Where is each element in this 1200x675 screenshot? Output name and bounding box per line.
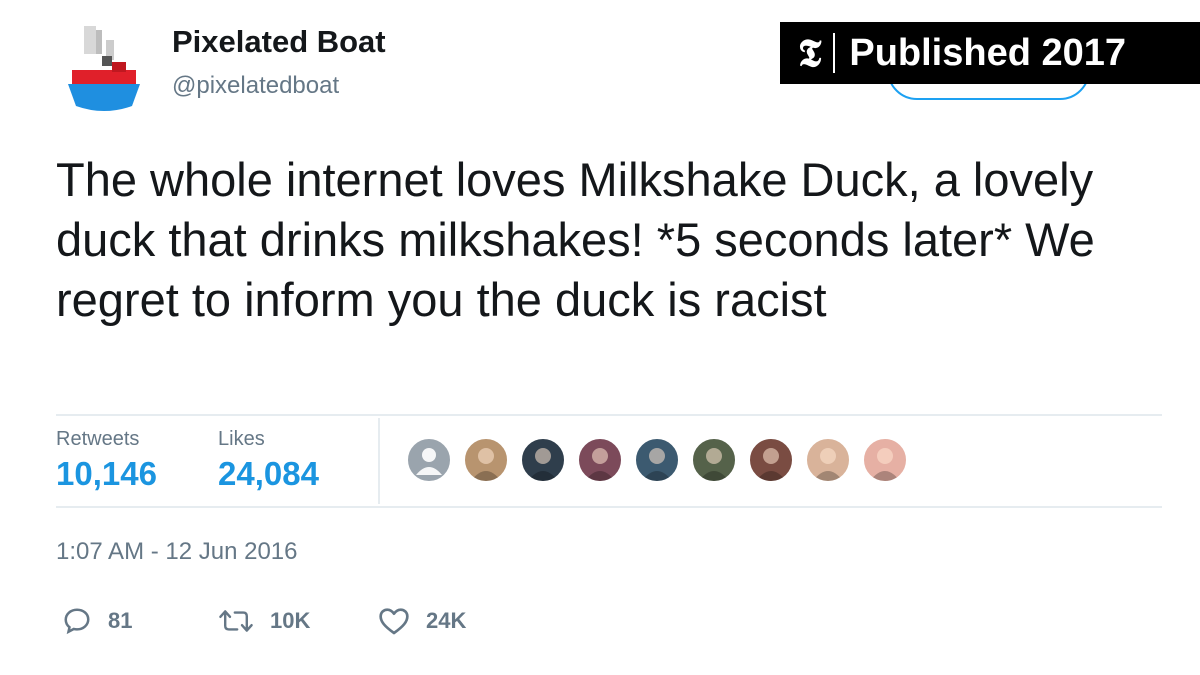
retweets-label[interactable]: Retweets [56, 428, 139, 451]
banner-divider [833, 33, 836, 73]
like-button[interactable]: 24K [378, 603, 466, 639]
author-handle[interactable]: @pixelatedboat [172, 72, 339, 100]
retweets-count[interactable]: 10,146 [56, 455, 157, 493]
tweet-timestamp[interactable]: 1:07 AM - 12 Jun 2016 [56, 538, 298, 566]
user-photo-icon [813, 448, 843, 481]
divider-top [56, 414, 1162, 416]
reply-icon [64, 608, 90, 635]
user-photo-icon [585, 448, 615, 481]
pixelated-boat-avatar[interactable] [62, 16, 146, 114]
user-photo-icon [528, 448, 558, 481]
retweet-button[interactable]: 10K [218, 603, 310, 639]
likes-label[interactable]: Likes [218, 428, 265, 451]
retweet-count: 10K [270, 608, 311, 633]
divider-bottom [56, 506, 1162, 508]
liker-avatar[interactable] [406, 437, 452, 483]
like-count: 24K [426, 608, 467, 633]
liker-avatar[interactable] [805, 437, 851, 483]
reply-count: 81 [108, 608, 133, 633]
heart-icon [379, 608, 409, 635]
likes-count[interactable]: 24,084 [218, 455, 319, 493]
liker-avatar[interactable] [691, 437, 737, 483]
liker-avatar[interactable] [634, 437, 680, 483]
user-photo-icon [870, 448, 900, 481]
default-user-icon [416, 448, 442, 475]
user-photo-icon [642, 448, 672, 481]
published-year-text: Published 2017 [849, 31, 1127, 74]
retweet-icon [219, 610, 253, 632]
author-display-name[interactable]: Pixelated Boat [172, 24, 386, 60]
tweet-text: The whole internet loves Milkshake Duck,… [56, 153, 1095, 326]
user-photo-icon [699, 448, 729, 481]
reply-button[interactable]: 81 [62, 603, 132, 639]
stats-divider [378, 418, 380, 504]
nyt-t-logo-icon: 𝕿 [798, 30, 822, 75]
liker-avatar[interactable] [520, 437, 566, 483]
user-photo-icon [471, 448, 501, 481]
nyt-published-banner: 𝕿 Published 2017 [780, 22, 1200, 84]
liker-avatar[interactable] [748, 437, 794, 483]
pixelated-boat-icon [68, 26, 140, 111]
user-photo-icon [756, 448, 786, 481]
liker-avatar[interactable] [577, 437, 623, 483]
liker-avatar[interactable] [862, 437, 908, 483]
liker-avatar[interactable] [463, 437, 509, 483]
